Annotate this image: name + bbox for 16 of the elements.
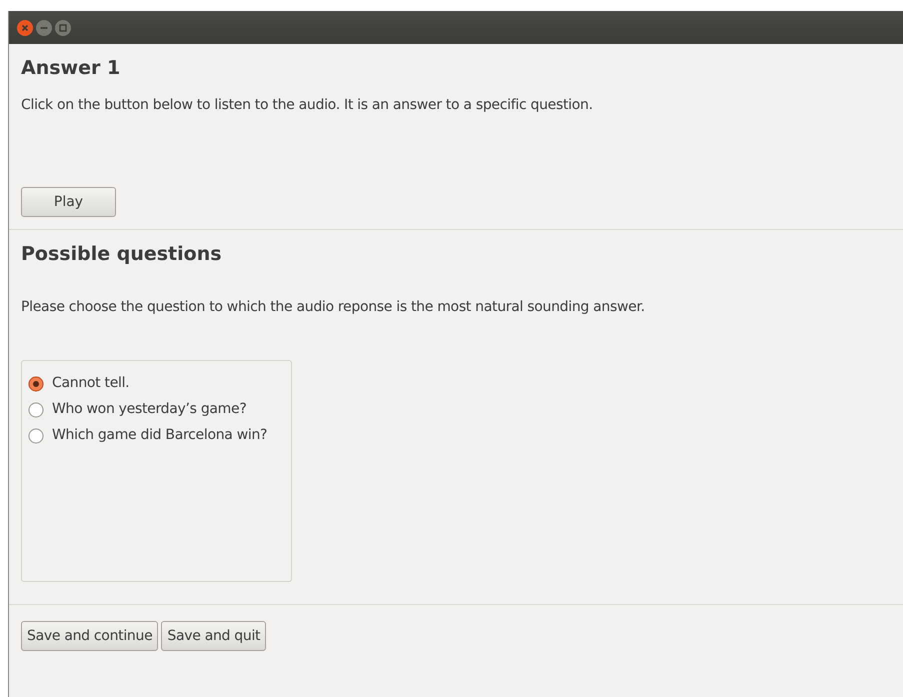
radio-button[interactable]: [28, 428, 44, 444]
maximize-icon[interactable]: [54, 18, 72, 36]
action-button[interactable]: Save and continue: [21, 621, 158, 651]
play-button[interactable]: Play: [21, 187, 116, 217]
minimize-icon[interactable]: [35, 18, 53, 36]
action-button[interactable]: Save and quit: [161, 621, 266, 651]
section-title: Possible questions: [21, 242, 223, 266]
option-label[interactable]: Which game did Barcelona win?: [52, 425, 268, 446]
radio-button[interactable]: [28, 376, 44, 392]
radio-button[interactable]: [28, 402, 44, 418]
option-label[interactable]: Cannot tell.: [52, 373, 130, 394]
close-icon[interactable]: [16, 18, 34, 36]
instruction-text: Please choose the question to which the audio reponse is the most natural sounding answer.: [21, 298, 646, 317]
option-label[interactable]: Who won yesterday’s game?: [52, 399, 246, 420]
section-title: Answer 1: [21, 56, 122, 80]
instruction-text: Click on the button below to listen to the audio. It is an answer to a specific question.: [21, 96, 594, 115]
